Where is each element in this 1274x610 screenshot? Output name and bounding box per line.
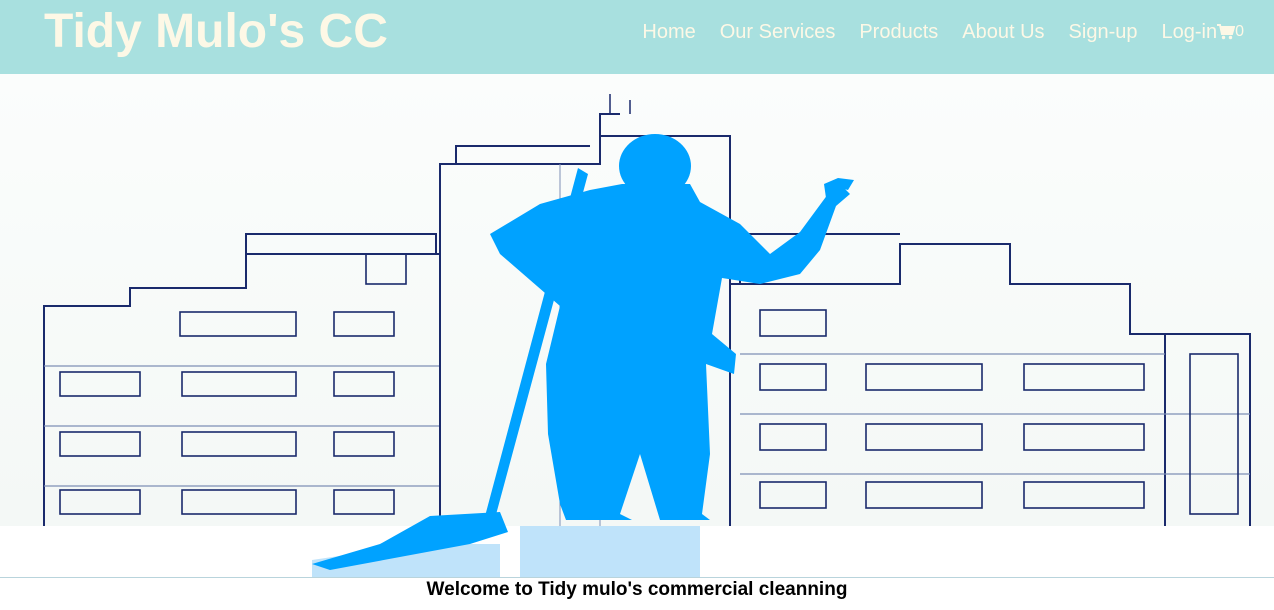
cart-button[interactable]: 0 [1217, 23, 1244, 41]
welcome-heading: Welcome to Tidy mulo's commercial cleann… [426, 579, 848, 600]
brand-logo[interactable]: Tidy Mulo's CC [44, 4, 388, 60]
nav-about-us[interactable]: About Us [962, 18, 1044, 46]
shopping-cart-icon [1217, 24, 1236, 40]
cart-count: 0 [1235, 23, 1244, 40]
nav-sign-up[interactable]: Sign-up [1069, 18, 1138, 46]
hero-illustration [0, 74, 1274, 578]
main-nav: Home Our Services Products About Us Sign… [618, 18, 1244, 46]
nav-log-in[interactable]: Log-in [1161, 18, 1217, 46]
navbar: Tidy Mulo's CC Home Our Services Product… [0, 0, 1274, 74]
hero-image [0, 74, 1274, 578]
nav-products[interactable]: Products [859, 18, 938, 46]
nav-home[interactable]: Home [642, 18, 695, 46]
nav-our-services[interactable]: Our Services [720, 18, 836, 46]
